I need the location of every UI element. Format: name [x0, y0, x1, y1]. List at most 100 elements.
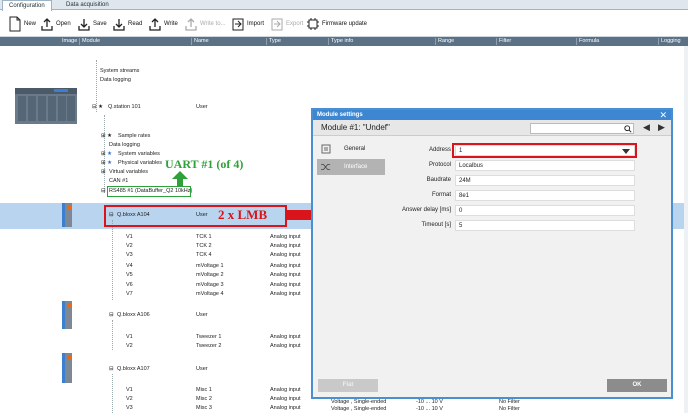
a107-ch-3[interactable]: V3	[126, 405, 133, 412]
next-arrow-icon[interactable]: ▶	[658, 122, 665, 133]
a107-ch-1-filter: No Filter	[499, 399, 520, 405]
col-module[interactable]: Module	[82, 38, 100, 45]
a107-ch-2[interactable]: V2	[126, 396, 133, 403]
timeout-field[interactable]: 5	[455, 220, 635, 231]
tree-system-streams[interactable]: System streams	[100, 68, 139, 75]
a107-ch-3-type: Analog input	[270, 405, 301, 411]
import-button[interactable]: Import	[231, 14, 264, 34]
tree-station-expander[interactable]: ⊟ ★	[92, 104, 103, 111]
qbloxx-a104-image	[58, 202, 76, 228]
tree-virtual-variables[interactable]: Virtual variables	[109, 169, 148, 176]
col-logging[interactable]: Logging	[661, 38, 681, 45]
a104-ch-4[interactable]: V4	[126, 263, 133, 270]
a104-ch-6-type: Analog input	[270, 282, 301, 288]
a104-ch-1-type: Analog input	[270, 234, 301, 240]
write-button[interactable]: Write	[148, 14, 178, 34]
col-formula[interactable]: Formula	[579, 38, 599, 45]
read-button[interactable]: Read	[112, 14, 142, 34]
open-button[interactable]: Open	[40, 14, 71, 34]
a104-ch-6[interactable]: V6	[126, 282, 133, 289]
a107-ch-3-info: Voltage , Single-ended	[331, 406, 387, 412]
vertical-scrollbar[interactable]	[684, 46, 688, 413]
tree-a106[interactable]: Q.bloxx A106	[117, 312, 150, 319]
a104-ch-2-name: TCK 2	[196, 243, 212, 249]
a107-ch-1-name: Misc 1	[196, 387, 212, 393]
qstation-device-image	[14, 84, 78, 126]
a106-ch-1[interactable]: V1	[126, 334, 133, 341]
write-to-button[interactable]: Write to...	[184, 14, 226, 34]
prev-arrow-icon[interactable]: ◀	[643, 122, 650, 133]
col-range[interactable]: Range	[438, 38, 454, 45]
module-settings-dialog: Module settings ✕ Module #1: "Undef" ◀ ▶…	[311, 108, 673, 399]
baudrate-field[interactable]: 24M	[455, 175, 635, 186]
a107-name: User	[196, 366, 208, 372]
answer-delay-field[interactable]: 0	[455, 205, 635, 216]
search-icon[interactable]	[624, 125, 632, 133]
tab-bar: Configuration Data acquisition	[0, 0, 688, 11]
a107-ch-2-type: Analog input	[270, 396, 301, 402]
col-type[interactable]: Type	[269, 38, 281, 45]
a107-ch-1[interactable]: V1	[126, 387, 133, 394]
a104-ch-4-name: mVoltage 1	[196, 263, 224, 269]
col-typeinfo[interactable]: Type info	[331, 38, 353, 45]
tree-a107[interactable]: Q.bloxx A107	[117, 366, 150, 373]
tree-a107-expander[interactable]: ⊟	[109, 366, 114, 373]
a104-ch-2[interactable]: V2	[126, 243, 133, 250]
flat-button[interactable]: Flat	[318, 379, 378, 392]
tree-station[interactable]: Q.station 101	[108, 104, 141, 111]
tree-sample-rates-expander[interactable]: ⊞ ★	[101, 133, 112, 140]
a107-ch-3-filter: No Filter	[499, 406, 520, 412]
ok-button[interactable]: OK	[607, 379, 667, 392]
write-icon	[148, 16, 162, 32]
col-image[interactable]: Image	[62, 38, 77, 45]
tree-system-variables[interactable]: System variables	[118, 151, 160, 158]
a107-ch-2-name: Misc 2	[196, 396, 212, 402]
firmware-update-button[interactable]: Firmware update	[306, 14, 367, 34]
tree-data-logging[interactable]: Data logging	[100, 77, 131, 84]
tab-configuration[interactable]: Configuration	[2, 0, 52, 11]
close-icon[interactable]: ✕	[659, 110, 667, 120]
firmware-chip-icon	[306, 16, 320, 32]
tree-physical-variables[interactable]: Physical variables	[118, 160, 162, 167]
export-button[interactable]: Export	[270, 14, 303, 34]
dialog-search-input[interactable]	[530, 123, 634, 134]
a104-ch-7[interactable]: V7	[126, 291, 133, 298]
new-file-icon	[8, 16, 22, 32]
a104-ch-1[interactable]: V1	[126, 234, 133, 241]
save-button[interactable]: Save	[77, 14, 107, 34]
timeout-label: Timeout [s]	[421, 222, 451, 228]
nav-interface[interactable]: Interface	[317, 159, 385, 175]
station-name: User	[196, 104, 208, 110]
a104-ch-5-type: Analog input	[270, 272, 301, 278]
read-icon	[112, 16, 126, 32]
qbloxx-a106-image	[58, 300, 76, 330]
a106-ch-1-type: Analog input	[270, 334, 301, 340]
tree-physical-variables-expander[interactable]: ⊞ ★	[101, 160, 112, 167]
a106-ch-2[interactable]: V2	[126, 343, 133, 350]
a107-ch-3-name: Misc 3	[196, 405, 212, 411]
a104-ch-5[interactable]: V5	[126, 272, 133, 279]
tree-virtual-variables-expander[interactable]: ⊞	[101, 169, 106, 176]
col-name[interactable]: Name	[194, 38, 209, 45]
a107-ch-1-type: Analog input	[270, 387, 301, 393]
tree-data-logging-2[interactable]: Data logging	[109, 142, 140, 149]
format-field[interactable]: 8e1	[455, 190, 635, 201]
save-download-icon	[77, 16, 91, 32]
tree-a106-expander[interactable]: ⊟	[109, 312, 114, 319]
tree-sample-rates[interactable]: Sample rates	[118, 133, 150, 140]
new-button[interactable]: New	[8, 14, 36, 34]
nav-general[interactable]: General	[317, 141, 385, 157]
tree-can1[interactable]: CAN #1	[109, 178, 128, 185]
a107-ch-1-info: Voltage , Single-ended	[331, 399, 387, 405]
baudrate-label: Baudrate	[426, 177, 451, 183]
tree-rs485-expander[interactable]: ⊟	[101, 188, 106, 195]
protocol-field[interactable]: Localbus	[455, 160, 635, 171]
a104-ch-3[interactable]: V3	[126, 252, 133, 259]
tree-system-variables-expander[interactable]: ⊞ ★	[101, 151, 112, 158]
uart-annotation: UART #1 (of 4)	[165, 157, 244, 171]
tab-data-acquisition[interactable]: Data acquisition	[60, 0, 115, 10]
lmb-annotation: 2 x LMB	[218, 207, 268, 222]
col-filter[interactable]: Filter	[499, 38, 511, 45]
qbloxx-a107-image	[58, 352, 76, 384]
open-upload-icon	[40, 16, 54, 32]
